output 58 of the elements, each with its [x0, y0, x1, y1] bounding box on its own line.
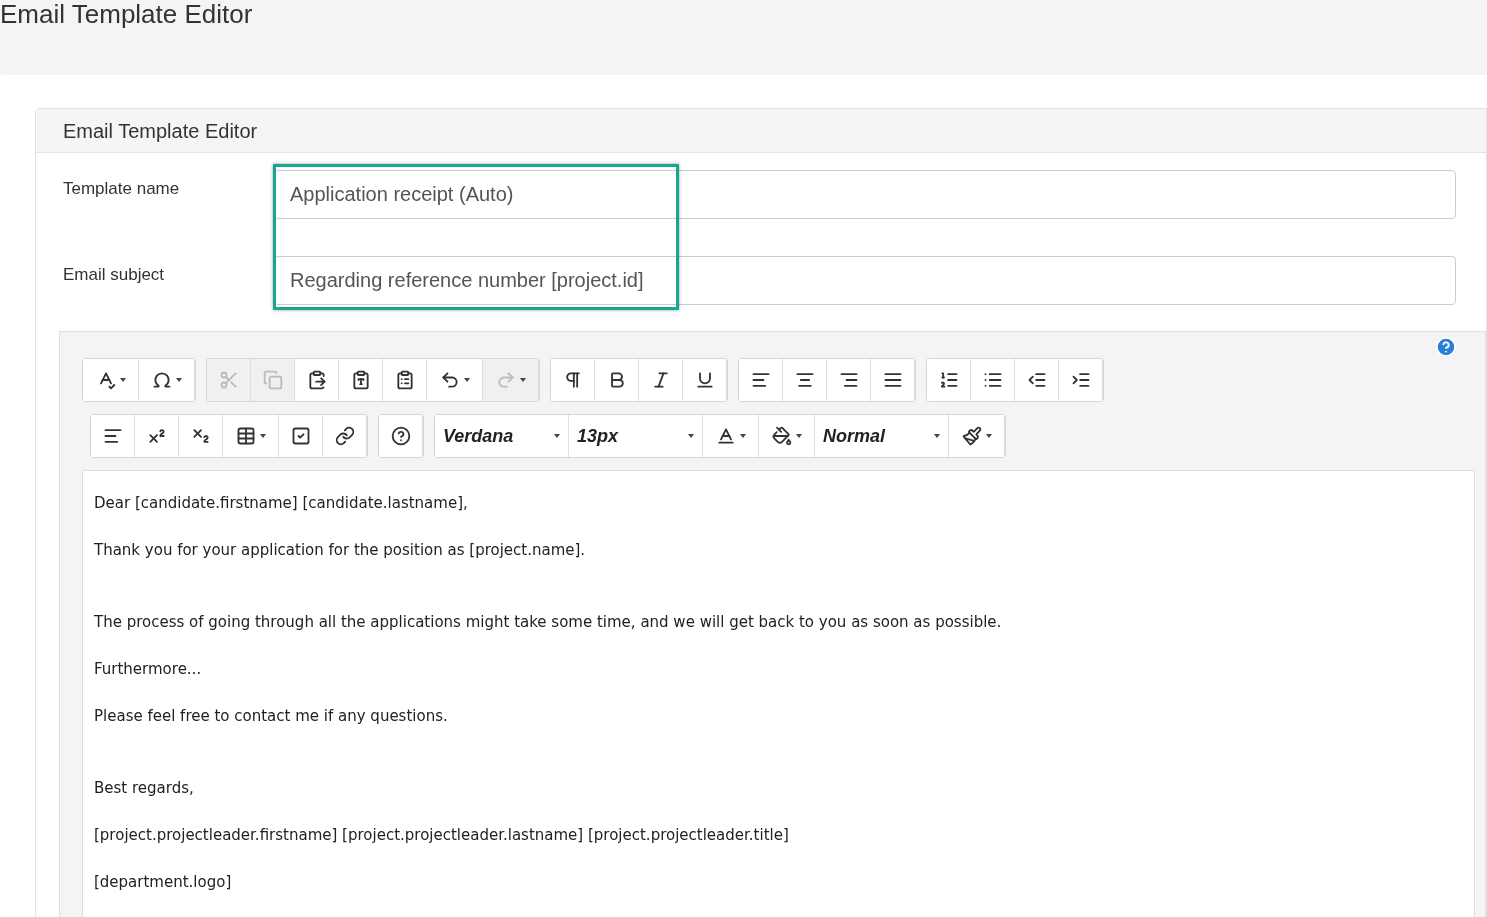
dropdown-caret-icon: [934, 434, 940, 438]
justify-icon: [882, 370, 903, 390]
align-center-icon: [794, 370, 815, 390]
field-label: Email subject: [62, 264, 166, 286]
toolbar-button[interactable]: [551, 359, 595, 401]
body-paragraph: Furthermore...: [94, 659, 202, 679]
dropdown-caret-icon: [259, 434, 266, 438]
card-title: Email Template Editor: [63, 118, 258, 144]
lines-icon: [102, 426, 123, 446]
body-paragraph: Dear [candidate.firstname] [candidate.lastname],: [94, 493, 468, 513]
toolbar-button[interactable]: [91, 415, 135, 457]
align-right-icon: [838, 370, 859, 390]
clipboard-icon: [394, 370, 415, 390]
dropdown-caret-icon: [739, 434, 746, 438]
help-icon: [390, 426, 411, 446]
dropdown-caret-icon: [119, 378, 126, 382]
body-paragraph: The process of going through all the applications might take some time, and we will get back to you as soon as possible.: [94, 612, 1002, 632]
numbered-list-icon: [938, 370, 959, 390]
bullet-list-icon: [982, 370, 1003, 390]
checked-square-icon: [290, 426, 311, 446]
help-icon[interactable]: [1435, 336, 1457, 358]
dropdown-caret-icon: [985, 434, 992, 438]
text-color-icon: [715, 426, 736, 446]
dropdown-caret-icon: [175, 378, 182, 382]
body-paragraph: [project.projectleader.firstname] [project.projectleader.lastname] [project.projectleader.title]: [94, 825, 789, 845]
toolbar-button[interactable]: [739, 359, 783, 401]
outdent-icon: [1026, 370, 1047, 390]
toolbar-button[interactable]: [379, 415, 423, 457]
dropdown-select[interactable]: Verdana: [435, 415, 569, 457]
indent-icon: [1070, 370, 1091, 390]
text-field[interactable]: Application receipt (Auto): [274, 170, 1456, 219]
align-left-icon: [750, 370, 771, 390]
toolbar-button[interactable]: [83, 359, 139, 401]
body-paragraph: Best regards,: [94, 778, 194, 798]
dropdown-caret-icon: [795, 434, 802, 438]
body-paragraph: Thank you for your application for the position as [project.name].: [94, 540, 586, 560]
body-paragraph: [department.logo]: [94, 872, 232, 892]
field-label: Template name: [62, 178, 181, 200]
omega-icon: [151, 370, 172, 390]
clipboard-icon: [306, 370, 327, 390]
dropdown-caret-icon: [519, 378, 526, 382]
dropdown-caret-icon: [688, 434, 694, 438]
underline-icon: [694, 370, 715, 390]
scissors-icon: [218, 370, 239, 390]
redo-icon: [495, 370, 516, 390]
body-paragraph: Please feel free to contact me if any questions.: [94, 706, 448, 726]
toolbar-button[interactable]: [927, 359, 971, 401]
clipboard-icon: [350, 370, 371, 390]
link-icon: [334, 426, 355, 446]
table-icon: [235, 426, 256, 446]
undo-icon: [439, 370, 460, 390]
dropdown-caret-icon: [554, 434, 560, 438]
paintbrush-icon: [961, 426, 982, 446]
page-title: Email Template Editor: [0, 0, 254, 31]
copy-icon: [262, 370, 283, 390]
dropdown-caret-icon: [463, 378, 470, 382]
text-field[interactable]: Regarding reference number [project.id]: [274, 256, 1456, 305]
paint-bucket-icon: [771, 426, 792, 446]
